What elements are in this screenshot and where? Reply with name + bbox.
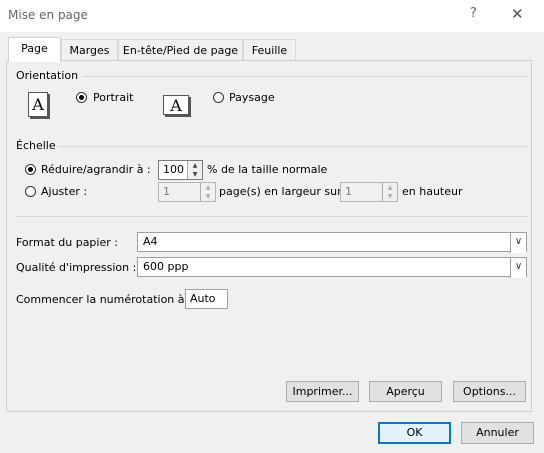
- scale-heading: Échelle: [16, 139, 56, 152]
- scale-divider: [58, 146, 528, 147]
- paper-size-value: A4: [143, 235, 158, 248]
- fit-wide-stepper[interactable]: ▲ ▼: [200, 183, 215, 201]
- cancel-button[interactable]: Annuler: [461, 422, 534, 444]
- window-title: Mise en page: [8, 8, 88, 22]
- fit-wide-suffix: page(s) en largeur sur: [219, 185, 342, 198]
- first-page-number-input[interactable]: Auto: [185, 289, 228, 309]
- paper-size-label: Format du papier :: [16, 236, 118, 249]
- portrait-page-icon: A: [28, 92, 48, 117]
- tab-page[interactable]: Page: [8, 37, 61, 62]
- down-arrow-icon[interactable]: ▼: [188, 170, 202, 179]
- print-quality-value: 600 ppp: [143, 260, 189, 273]
- down-arrow-icon[interactable]: ▼: [201, 192, 215, 201]
- print-button[interactable]: Imprimer...: [286, 381, 359, 402]
- print-quality-select[interactable]: 600 ppp ∨: [137, 257, 527, 278]
- portrait-label[interactable]: Portrait: [93, 91, 133, 104]
- scale-bottom-divider: [16, 216, 528, 217]
- orientation-heading: Orientation: [16, 69, 79, 82]
- reduce-label[interactable]: Réduire/agrandir à :: [41, 163, 151, 176]
- reduce-input[interactable]: 100 ▲ ▼: [158, 160, 203, 180]
- up-arrow-icon[interactable]: ▲: [201, 183, 215, 192]
- first-page-number-label: Commencer la numérotation à :: [16, 293, 192, 306]
- close-icon[interactable]: ✕: [511, 5, 524, 23]
- chevron-down-icon[interactable]: ∨: [510, 258, 526, 278]
- reduce-value: 100: [163, 163, 184, 176]
- up-arrow-icon[interactable]: ▲: [188, 161, 202, 170]
- reduce-suffix: % de la taille normale: [207, 163, 328, 176]
- reduce-radio[interactable]: [25, 164, 36, 175]
- up-arrow-icon[interactable]: ▲: [383, 183, 397, 192]
- help-icon[interactable]: ?: [470, 6, 477, 21]
- print-quality-label: Qualité d'impression :: [16, 261, 137, 274]
- tab-margins[interactable]: Marges: [61, 39, 118, 60]
- down-arrow-icon[interactable]: ▼: [383, 192, 397, 201]
- fit-wide-value: 1: [163, 185, 170, 198]
- fit-tall-suffix: en hauteur: [402, 185, 463, 198]
- title-bar: Mise en page ? ✕: [0, 0, 544, 32]
- landscape-radio[interactable]: [213, 92, 224, 103]
- first-page-number-value: Auto: [190, 292, 216, 305]
- tab-header-footer[interactable]: En-tête/Pied de page: [118, 39, 243, 60]
- orientation-divider: [82, 76, 528, 77]
- landscape-page-icon: A: [163, 95, 189, 115]
- ok-button[interactable]: OK: [378, 422, 451, 444]
- fit-wide-input[interactable]: 1 ▲ ▼: [158, 182, 216, 202]
- fit-label[interactable]: Ajuster :: [41, 185, 87, 198]
- portrait-radio[interactable]: [76, 92, 87, 103]
- landscape-label[interactable]: Paysage: [229, 91, 275, 104]
- fit-tall-input[interactable]: 1 ▲ ▼: [340, 182, 398, 202]
- chevron-down-icon[interactable]: ∨: [510, 233, 526, 253]
- paper-size-select[interactable]: A4 ∨: [137, 232, 527, 253]
- fit-radio[interactable]: [25, 186, 36, 197]
- fit-tall-stepper[interactable]: ▲ ▼: [382, 183, 397, 201]
- fit-tall-value: 1: [345, 185, 352, 198]
- options-button[interactable]: Options...: [453, 381, 526, 402]
- preview-button[interactable]: Aperçu: [369, 381, 442, 402]
- reduce-stepper[interactable]: ▲ ▼: [187, 161, 202, 179]
- tab-sheet[interactable]: Feuille: [243, 39, 296, 60]
